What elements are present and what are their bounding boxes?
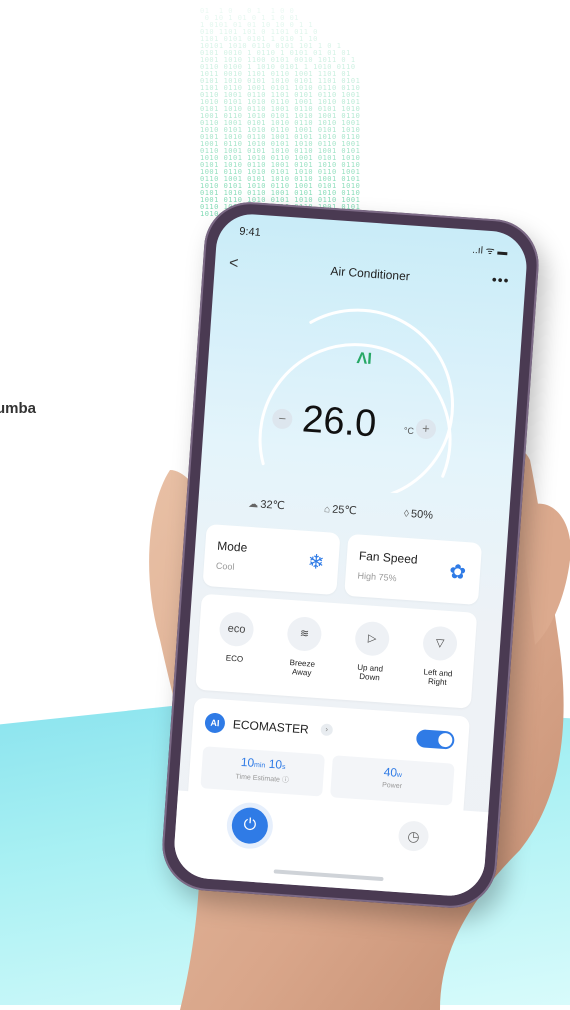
phone-frame: 9:41 ..ıl ᯤ ▬ < Air Conditioner ••• ΛI −…: [159, 199, 542, 911]
ecomaster-title: ECOMASTER: [232, 717, 310, 737]
page-title: Air Conditioner: [330, 263, 411, 284]
ecomaster-toggle[interactable]: [415, 729, 455, 750]
breeze-away-function[interactable]: ≋ Breeze Away: [266, 599, 341, 680]
breeze-away-label: Breeze Away: [289, 658, 316, 678]
mode-card[interactable]: Mode Cool ❄: [202, 523, 341, 596]
eco-function[interactable]: eco ECO: [199, 594, 274, 666]
status-time: 9:41: [238, 225, 262, 239]
cloud-icon: ☁: [247, 498, 259, 511]
time-seconds: 10: [268, 756, 283, 772]
fan-icon: ✿: [448, 560, 467, 585]
up-and-down-function[interactable]: ▷ Up and Down: [334, 603, 409, 684]
power-value: 40: [383, 764, 398, 780]
app-screen: 9:41 ..ıl ᯤ ▬ < Air Conditioner ••• ΛI −…: [172, 211, 529, 899]
fan-speed-title: Fan Speed: [358, 548, 419, 567]
power: 40w Power: [330, 755, 455, 806]
humidity: ◊50%: [403, 508, 434, 522]
eco-icon: eco: [218, 611, 255, 648]
functions-card: eco ECO ≋ Breeze Away ▷ Up and Down ▽ Le…: [195, 593, 478, 709]
mode-value: Cool: [215, 560, 235, 572]
chevron-right-icon[interactable]: ›: [320, 723, 334, 737]
dial-knob: [349, 493, 364, 499]
power-button[interactable]: ⏻: [230, 806, 270, 845]
ai-badge-icon: AI: [204, 712, 226, 734]
temperature-dial[interactable]: [222, 291, 495, 499]
binary-code-graphic: 01 1 0 0 1 1 0 0 0 10 1 01 0 1 1 0 01 1 …: [200, 8, 361, 218]
outdoor-temp: ☁32℃: [247, 498, 286, 513]
breeze-away-icon: ≋: [286, 615, 323, 653]
mode-title: Mode: [216, 538, 248, 555]
swing-up-down-icon: ▷: [354, 620, 391, 657]
swing-left-right-icon: ▽: [421, 625, 459, 662]
fan-speed-value: High 75%: [357, 570, 397, 584]
cropped-side-text: umba: [0, 400, 37, 417]
timer-clock-icon[interactable]: ◷: [397, 820, 430, 853]
temperature-value: 26.0: [300, 398, 378, 446]
status-icons: ..ıl ᯤ ▬: [471, 244, 508, 259]
fan-speed-card[interactable]: Fan Speed High 75% ✿: [344, 533, 483, 606]
eco-label: ECO: [225, 653, 244, 664]
house-thermometer-icon: ⌂: [323, 504, 331, 516]
time-estimate: 10min 10s Time Estimate ⓘ: [200, 746, 326, 797]
time-minutes: 10: [240, 754, 255, 770]
left-and-right-label: Left and Right: [423, 667, 453, 688]
temperature-unit: °C: [403, 425, 415, 437]
home-indicator: [273, 869, 384, 882]
left-and-right-function[interactable]: ▽ Left and Right: [402, 608, 477, 689]
more-options-icon[interactable]: •••: [491, 271, 510, 288]
humidity-drop-icon: ◊: [403, 508, 410, 520]
up-and-down-label: Up and Down: [356, 662, 384, 683]
indoor-temp: ⌂25℃: [323, 503, 358, 518]
snowflake-icon: ❄: [306, 551, 326, 575]
